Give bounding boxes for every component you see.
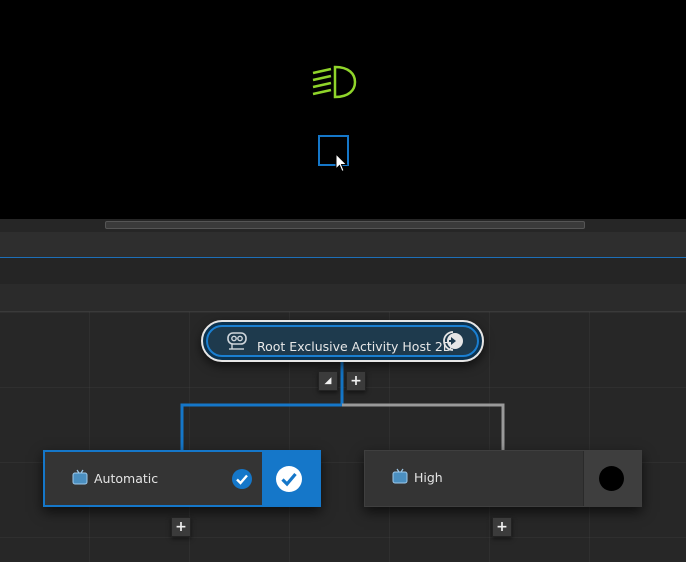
state-node-high[interactable]: High <box>364 450 642 507</box>
connector-high <box>342 403 505 450</box>
root-node-label: Root Exclusive Activity Host 2D <box>257 339 453 354</box>
add-child-automatic-button[interactable]: + <box>171 517 191 537</box>
state-label-automatic: Automatic <box>94 471 159 486</box>
check-circle-icon[interactable] <box>231 468 253 490</box>
collapse-button[interactable]: ◢ <box>318 371 338 391</box>
inactive-dot-icon <box>599 466 624 491</box>
state-node-automatic[interactable]: Automatic <box>43 450 321 507</box>
exit-arrow-icon[interactable] <box>440 330 466 352</box>
activity-host-icon <box>227 332 247 350</box>
active-state-indicator[interactable] <box>262 452 319 505</box>
add-child-button[interactable]: + <box>346 371 366 391</box>
inactive-state-indicator[interactable] <box>583 451 641 506</box>
check-circle-icon <box>276 466 302 492</box>
state-icon <box>392 468 408 484</box>
state-label-high: High <box>414 470 443 485</box>
add-child-high-button[interactable]: + <box>492 517 512 537</box>
state-icon <box>72 469 88 485</box>
